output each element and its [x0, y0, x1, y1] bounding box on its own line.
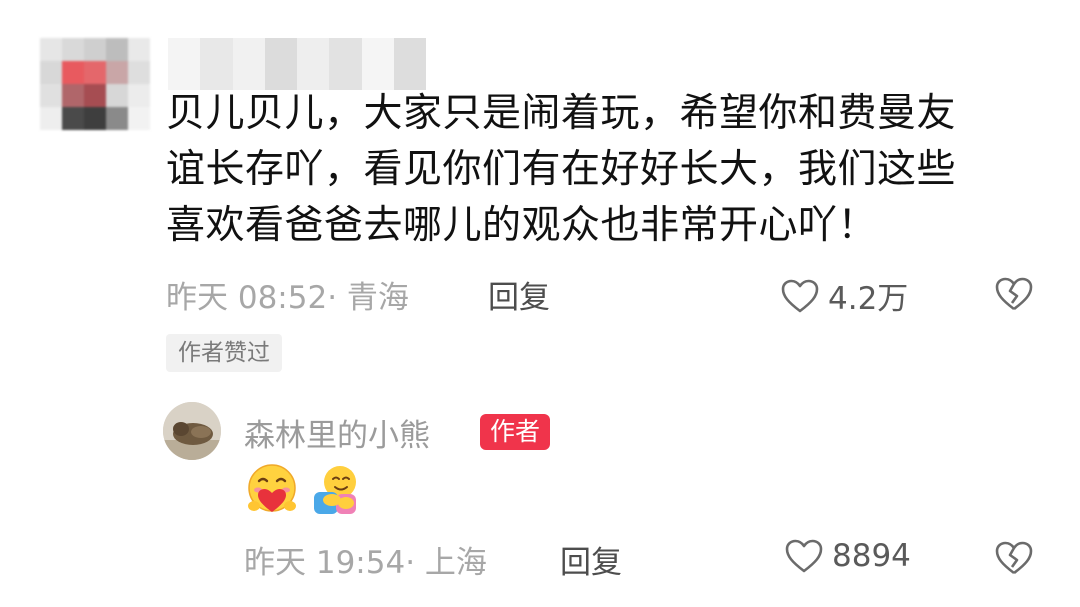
- comment-location: · 青海: [327, 280, 409, 316]
- author-badge: 作者: [480, 414, 551, 450]
- reply-username[interactable]: 森林里的小熊: [244, 410, 430, 455]
- reply-avatar[interactable]: [163, 402, 221, 460]
- broken-heart-icon: [995, 277, 1033, 311]
- commenter-avatar[interactable]: [40, 38, 150, 130]
- heart-hug-emoji: [248, 464, 296, 512]
- comment-text: 贝儿贝儿，大家只是闹着玩，希望你和费曼友 谊长存吖，看见你们有在好好长大，我们这…: [166, 86, 1026, 254]
- comment-like-count: 4.2万: [828, 281, 909, 317]
- broken-heart-icon: [995, 541, 1033, 575]
- reply-meta: 昨天 19:54· 上海: [244, 537, 487, 582]
- reply-like-button[interactable]: 8894: [784, 538, 911, 574]
- reply-like-count: 8894: [832, 538, 911, 574]
- comment-like-button[interactable]: 4.2万: [780, 273, 908, 318]
- avatar-image: [163, 402, 221, 460]
- hugging-emoji: [314, 466, 356, 514]
- author-liked-badge: 作者赞过: [166, 334, 282, 372]
- reply-location: · 上海: [405, 545, 487, 581]
- comment-meta: 昨天 08:52· 青海: [166, 272, 409, 317]
- reply-dislike-button[interactable]: [994, 540, 1034, 580]
- comment-time: 昨天 08:52: [166, 280, 328, 316]
- commenter-name-blurred[interactable]: [168, 38, 426, 90]
- comment-line: 贝儿贝儿，大家只是闹着玩，希望你和费曼友: [166, 91, 957, 136]
- heart-outline-icon: [781, 279, 819, 312]
- comment-dislike-button[interactable]: [994, 276, 1034, 316]
- comment-line: 谊长存吖，看见你们有在好好长大，我们这些: [166, 147, 957, 192]
- heart-outline-icon: [785, 539, 823, 573]
- reply-time: 昨天 19:54: [244, 545, 406, 581]
- comment-reply-button[interactable]: 回复: [488, 272, 550, 317]
- reply-reply-button[interactable]: 回复: [560, 537, 622, 582]
- comment-line: 喜欢看爸爸去哪儿的观众也非常开心吖！: [166, 203, 878, 248]
